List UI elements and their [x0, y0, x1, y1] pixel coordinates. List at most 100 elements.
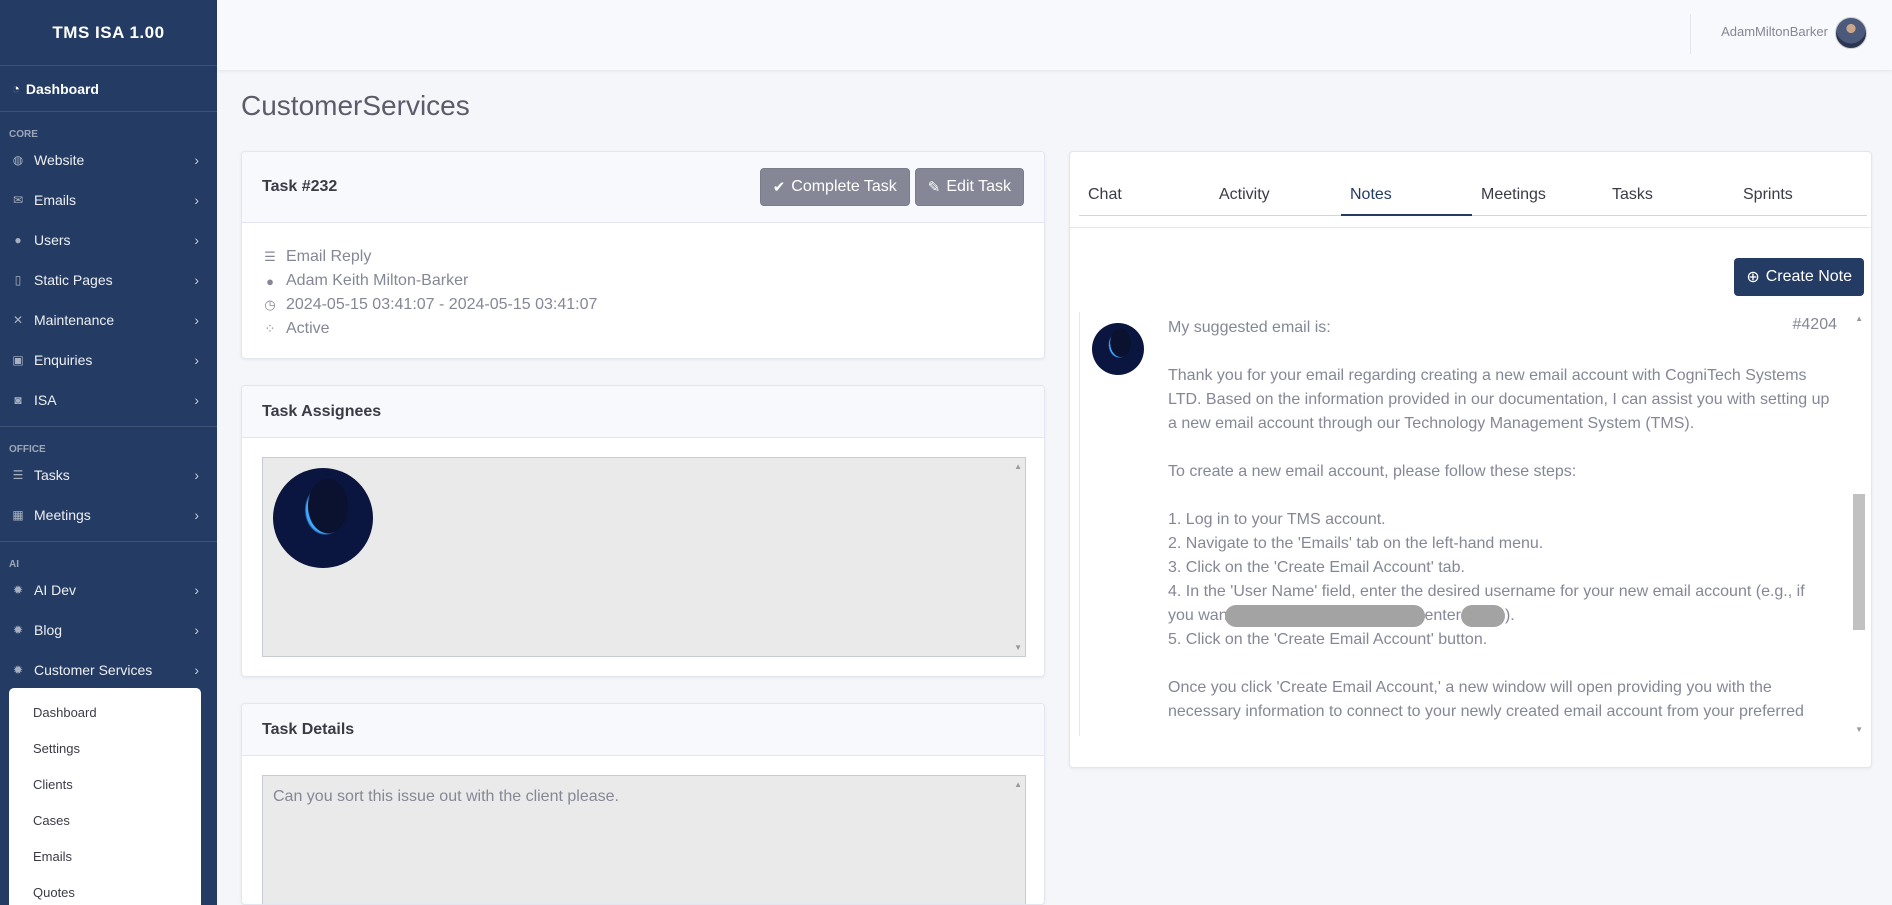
gear-icon: ✹ — [12, 623, 24, 637]
inbox-icon: ▣ — [12, 353, 24, 367]
sidebar-item-label: Meetings — [34, 507, 91, 523]
note-intro: My suggested email is: — [1168, 319, 1331, 336]
sidebar-item-enquiries[interactable]: ▣ Enquiries › — [0, 340, 217, 380]
edit-task-button[interactable]: ✎ Edit Task — [914, 168, 1024, 206]
sidebar-item-dashboard[interactable]: ◔ Dashboard — [0, 66, 217, 112]
assignee-avatar[interactable] — [273, 468, 373, 568]
note-text-fragment: ). — [1504, 607, 1515, 624]
sidebar-item-customer-services[interactable]: ✹ Customer Services › — [0, 650, 217, 690]
chevron-right-icon: › — [194, 152, 199, 168]
sidebar-item-label: Emails — [34, 192, 77, 208]
sidebar-item-emails[interactable]: ✉ Emails › — [0, 180, 217, 220]
tab-meetings[interactable]: Meetings — [1472, 174, 1603, 215]
details-card: Task Details Can you sort this issue out… — [241, 703, 1045, 905]
plus-circle-icon: ⊕ — [1746, 269, 1760, 286]
assignees-box[interactable]: ▲ ▼ — [262, 457, 1026, 657]
task-status: Active — [286, 320, 330, 337]
task-card: Task #232 ✔ Complete Task ✎ Edit Task ☰ Ema… — [241, 151, 1045, 359]
edit-icon: ✎ — [927, 179, 941, 196]
submenu-item-emails[interactable]: Emails — [9, 838, 201, 874]
chevron-right-icon: › — [194, 392, 199, 408]
sidebar-item-label: Maintenance — [34, 312, 115, 328]
sidebar-item-blog[interactable]: ✹ Blog › — [0, 610, 217, 650]
sidebar-item-isa[interactable]: ◙ ISA › — [0, 380, 217, 420]
chevron-right-icon: › — [194, 352, 199, 368]
note-paragraph: To create a new email account, please fo… — [1168, 463, 1577, 480]
avatar[interactable] — [1835, 17, 1867, 49]
chevron-right-icon: › — [194, 662, 199, 678]
sidebar: TMS ISA 1.00 ◔ Dashboard CORE ◍ Website › … — [0, 0, 217, 905]
chevron-right-icon: › — [194, 232, 199, 248]
section-ai: AI — [9, 559, 19, 570]
scrollbar-thumb[interactable] — [1853, 494, 1865, 630]
tasks-icon: ☰ — [12, 468, 24, 482]
sidebar-item-meetings[interactable]: ▦ Meetings › — [0, 495, 217, 535]
assignees-title: Task Assignees — [262, 402, 382, 420]
sidebar-item-tasks[interactable]: ☰ Tasks › — [0, 455, 217, 495]
note-step-continued: you want enter). — [1168, 604, 1836, 628]
note-scrollbar[interactable]: ▲ ▼ — [1851, 312, 1865, 736]
tab-notes[interactable]: Notes — [1341, 174, 1472, 216]
note-list[interactable]: #4204 My suggested email is: Thank you f… — [1079, 312, 1867, 736]
scroll-up-icon[interactable]: ▲ — [1855, 314, 1863, 323]
section-office: OFFICE — [9, 444, 46, 455]
gear-icon: ✹ — [12, 663, 24, 677]
sidebar-item-maintenance[interactable]: ✕ Maintenance › — [0, 300, 217, 340]
submenu-item-clients[interactable]: Clients — [9, 766, 201, 802]
page-title: CustomerServices — [241, 90, 470, 121]
submenu-item-settings[interactable]: Settings — [9, 730, 201, 766]
sidebar-item-label: Static Pages — [34, 272, 113, 288]
sidebar-item-static-pages[interactable]: ▯ Static Pages › — [0, 260, 217, 300]
task-status-row: ⁘ Active — [262, 317, 1024, 341]
user-name[interactable]: AdamMiltonBarker — [1721, 24, 1828, 39]
chevron-right-icon: › — [194, 507, 199, 523]
tab-sprints[interactable]: Sprints — [1734, 174, 1865, 215]
note-text-fragment: enter — [1424, 607, 1461, 624]
divider — [0, 426, 217, 427]
submenu-item-cases[interactable]: Cases — [9, 802, 201, 838]
submenu-item-quotes[interactable]: Quotes — [9, 874, 201, 905]
scroll-up-icon[interactable]: ▲ — [1014, 780, 1022, 789]
task-actions: ✔ Complete Task ✎ Edit Task — [759, 168, 1024, 206]
sidebar-item-ai-dev[interactable]: ✹ AI Dev › — [0, 570, 217, 610]
task-person-row: ● Adam Keith Milton-Barker — [262, 269, 1024, 293]
chevron-right-icon: › — [194, 192, 199, 208]
check-circle-icon: ✔ — [772, 179, 786, 196]
submenu-item-dashboard[interactable]: Dashboard — [9, 694, 201, 730]
details-text: Can you sort this issue out with the cli… — [273, 788, 619, 805]
task-dates: 2024-05-15 03:41:07 - 2024-05-15 03:41:0… — [286, 296, 598, 313]
details-textarea[interactable]: Can you sort this issue out with the cli… — [262, 775, 1026, 904]
chevron-right-icon: › — [194, 312, 199, 328]
redacted-text — [1460, 604, 1505, 627]
assignees-card: Task Assignees ▲ ▼ — [241, 385, 1045, 677]
robot-icon: ◙ — [14, 393, 22, 407]
note-author-avatar — [1092, 323, 1144, 375]
scroll-down-icon[interactable]: ▼ — [1855, 725, 1863, 734]
tab-chat[interactable]: Chat — [1079, 174, 1210, 215]
sidebar-item-users[interactable]: ● Users › — [0, 220, 217, 260]
scroll-up-icon[interactable]: ▲ — [1014, 462, 1022, 471]
sidebar-item-label: AI Dev — [34, 582, 77, 598]
scroll-down-icon[interactable]: ▼ — [1014, 643, 1022, 652]
topbar-divider — [1690, 14, 1691, 54]
section-core: CORE — [9, 129, 38, 140]
tab-tasks[interactable]: Tasks — [1603, 174, 1734, 215]
file-icon: ▯ — [14, 273, 22, 287]
spinner-icon: ⁘ — [264, 321, 276, 336]
dashboard-icon: ◔ — [12, 81, 20, 96]
button-label: Edit Task — [946, 178, 1011, 195]
note-step: 5. Click on the 'Create Email Account' b… — [1168, 631, 1488, 648]
task-type: Email Reply — [286, 248, 372, 265]
brand-title[interactable]: TMS ISA 1.00 — [0, 0, 217, 66]
task-title: Task #232 — [262, 178, 338, 195]
sidebar-item-label: Enquiries — [34, 352, 93, 368]
note-step: 2. Navigate to the 'Emails' tab on the l… — [1168, 535, 1544, 552]
create-note-button[interactable]: ⊕ Create Note — [1734, 258, 1864, 296]
panel-tabs: Chat Activity Notes Meetings Tasks Sprin… — [1079, 174, 1867, 216]
envelope-icon: ✉ — [12, 193, 24, 207]
sidebar-item-website[interactable]: ◍ Website › — [0, 140, 217, 180]
sidebar-item-label: Website — [34, 152, 85, 168]
complete-task-button[interactable]: ✔ Complete Task — [759, 168, 910, 206]
tab-activity[interactable]: Activity — [1210, 174, 1341, 215]
details-header: Task Details — [242, 704, 1044, 756]
